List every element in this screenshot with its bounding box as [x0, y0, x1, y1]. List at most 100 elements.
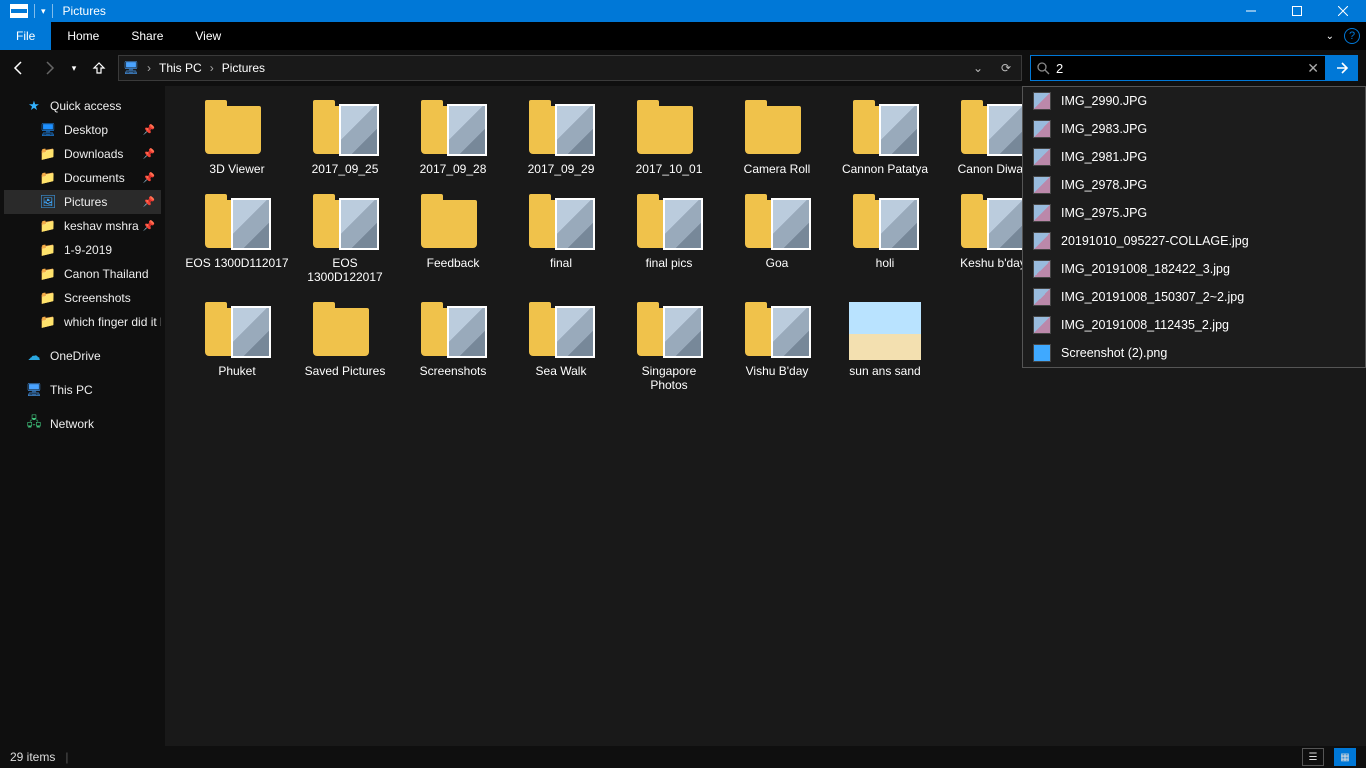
- tab-file[interactable]: File: [0, 22, 51, 50]
- folder-item[interactable]: 2017_10_01: [617, 100, 721, 176]
- folder-item[interactable]: final pics: [617, 194, 721, 284]
- address-dropdown-icon[interactable]: ⌄: [967, 61, 989, 75]
- folder-item[interactable]: EOS 1300D122017: [293, 194, 397, 284]
- folder-item[interactable]: Vishu B'day: [725, 302, 829, 392]
- suggestion-thumb-icon: [1033, 148, 1051, 166]
- breadcrumb-thispc[interactable]: This PC: [159, 61, 202, 75]
- navpane-item-label: Pictures: [64, 195, 107, 209]
- suggestion-label: 20191010_095227-COLLAGE.jpg: [1061, 234, 1249, 248]
- nav-back-button[interactable]: [8, 57, 30, 79]
- suggestion-label: IMG_20191008_150307_2~2.jpg: [1061, 290, 1244, 304]
- nav-recent-dropdown[interactable]: ▾: [68, 57, 80, 79]
- search-suggestion-item[interactable]: 20191010_095227-COLLAGE.jpg: [1023, 227, 1365, 255]
- folder-icon: [741, 194, 813, 252]
- item-label: Singapore Photos: [642, 364, 697, 392]
- folder-item[interactable]: Sea Walk: [509, 302, 613, 392]
- folder-item[interactable]: Camera Roll: [725, 100, 829, 176]
- navpane-label: Network: [50, 417, 94, 431]
- image-item[interactable]: sun ans sand: [833, 302, 937, 392]
- item-label: Vishu B'day: [746, 364, 809, 378]
- suggestion-thumb-icon: [1033, 288, 1051, 306]
- search-suggestion-item[interactable]: IMG_2990.JPG: [1023, 87, 1365, 115]
- search-input[interactable]: [1056, 61, 1301, 76]
- folder-item[interactable]: Feedback: [401, 194, 505, 284]
- location-icon: 🖥: [123, 60, 139, 76]
- navpane-item[interactable]: 📁Screenshots: [4, 286, 161, 310]
- search-suggestion-item[interactable]: IMG_2981.JPG: [1023, 143, 1365, 171]
- folder-icon: [633, 194, 705, 252]
- suggestion-thumb-icon: [1033, 344, 1051, 362]
- item-label: final: [550, 256, 572, 270]
- folder-item[interactable]: Cannon Patatya: [833, 100, 937, 176]
- item-label: Phuket: [218, 364, 255, 378]
- folder-item[interactable]: 3D Viewer: [185, 100, 289, 176]
- suggestion-label: IMG_20191008_182422_3.jpg: [1061, 262, 1230, 276]
- search-suggestion-item[interactable]: IMG_2983.JPG: [1023, 115, 1365, 143]
- nav-up-button[interactable]: [88, 57, 110, 79]
- search-suggestion-item[interactable]: Screenshot (2).png: [1023, 339, 1365, 367]
- navpane-item[interactable]: 📁keshav mshra📌: [4, 214, 161, 238]
- folder-item[interactable]: 2017_09_28: [401, 100, 505, 176]
- navpane-item[interactable]: 📁Documents📌: [4, 166, 161, 190]
- folder-item[interactable]: EOS 1300D112017: [185, 194, 289, 284]
- folder-item[interactable]: final: [509, 194, 613, 284]
- folder-icon: [957, 100, 1029, 158]
- navpane-item[interactable]: 📁Downloads📌: [4, 142, 161, 166]
- pic-icon: 🖼: [40, 194, 56, 210]
- address-bar[interactable]: 🖥 This PC Pictures ⌄ ⟳: [118, 55, 1022, 81]
- folder-item[interactable]: Screenshots: [401, 302, 505, 392]
- navpane-item[interactable]: 📁Canon Thailand: [4, 262, 161, 286]
- folder-item[interactable]: Singapore Photos: [617, 302, 721, 392]
- view-icons-button[interactable]: ▦: [1334, 748, 1356, 766]
- view-details-button[interactable]: ☰: [1302, 748, 1324, 766]
- ribbon-expand-icon[interactable]: ⌄: [1326, 31, 1334, 42]
- folder-item[interactable]: Phuket: [185, 302, 289, 392]
- suggestion-thumb-icon: [1033, 232, 1051, 250]
- folder-icon: [417, 100, 489, 158]
- search-suggestion-item[interactable]: IMG_2978.JPG: [1023, 171, 1365, 199]
- folder-item[interactable]: Goa: [725, 194, 829, 284]
- status-item-count: 29 items: [10, 750, 55, 764]
- navpane-item[interactable]: 📁1-9-2019: [4, 238, 161, 262]
- item-label: Goa: [766, 256, 789, 270]
- navpane-item[interactable]: 🖼Pictures📌: [4, 190, 161, 214]
- refresh-icon[interactable]: ⟳: [995, 61, 1017, 75]
- navpane-network[interactable]: 🖧 Network: [4, 412, 161, 436]
- folder-item[interactable]: holi: [833, 194, 937, 284]
- qat-dropdown-icon[interactable]: ▾: [41, 6, 46, 17]
- search-suggestion-item[interactable]: IMG_20191008_150307_2~2.jpg: [1023, 283, 1365, 311]
- folder-item[interactable]: 2017_09_25: [293, 100, 397, 176]
- maximize-button[interactable]: [1274, 0, 1320, 22]
- network-icon: 🖧: [26, 416, 42, 432]
- search-icon: [1037, 62, 1050, 75]
- tab-home[interactable]: Home: [51, 22, 115, 50]
- navpane-onedrive[interactable]: ☁ OneDrive: [4, 344, 161, 368]
- breadcrumb-current[interactable]: Pictures: [222, 61, 265, 75]
- navpane-item[interactable]: 🖥Desktop📌: [4, 118, 161, 142]
- search-suggestion-item[interactable]: IMG_20191008_112435_2.jpg: [1023, 311, 1365, 339]
- folder-icon: [633, 100, 705, 158]
- item-label: Saved Pictures: [305, 364, 386, 378]
- folder-icon: [957, 194, 1029, 252]
- help-icon[interactable]: ?: [1344, 28, 1360, 44]
- clear-search-icon[interactable]: ✕: [1307, 60, 1319, 77]
- nav-forward-button[interactable]: [38, 57, 60, 79]
- navpane-thispc[interactable]: 🖥 This PC: [4, 378, 161, 402]
- navpane-quick-access[interactable]: ★ Quick access: [4, 94, 161, 118]
- folder-item[interactable]: 2017_09_29: [509, 100, 613, 176]
- navpane-item-label: Screenshots: [64, 291, 131, 305]
- tab-share[interactable]: Share: [115, 22, 179, 50]
- close-button[interactable]: [1320, 0, 1366, 22]
- folder-item[interactable]: Saved Pictures: [293, 302, 397, 392]
- search-suggestion-item[interactable]: IMG_2975.JPG: [1023, 199, 1365, 227]
- search-go-button[interactable]: [1326, 55, 1358, 81]
- suggestion-thumb-icon: [1033, 92, 1051, 110]
- navigation-pane: ★ Quick access 🖥Desktop📌📁Downloads📌📁Docu…: [0, 86, 165, 746]
- tab-view[interactable]: View: [179, 22, 237, 50]
- navpane-item[interactable]: 📁which finger did it b: [4, 310, 161, 334]
- folder-icon: [525, 302, 597, 360]
- search-box[interactable]: ✕: [1030, 55, 1326, 81]
- system-menu-icon[interactable]: [10, 4, 28, 18]
- search-suggestion-item[interactable]: IMG_20191008_182422_3.jpg: [1023, 255, 1365, 283]
- minimize-button[interactable]: [1228, 0, 1274, 22]
